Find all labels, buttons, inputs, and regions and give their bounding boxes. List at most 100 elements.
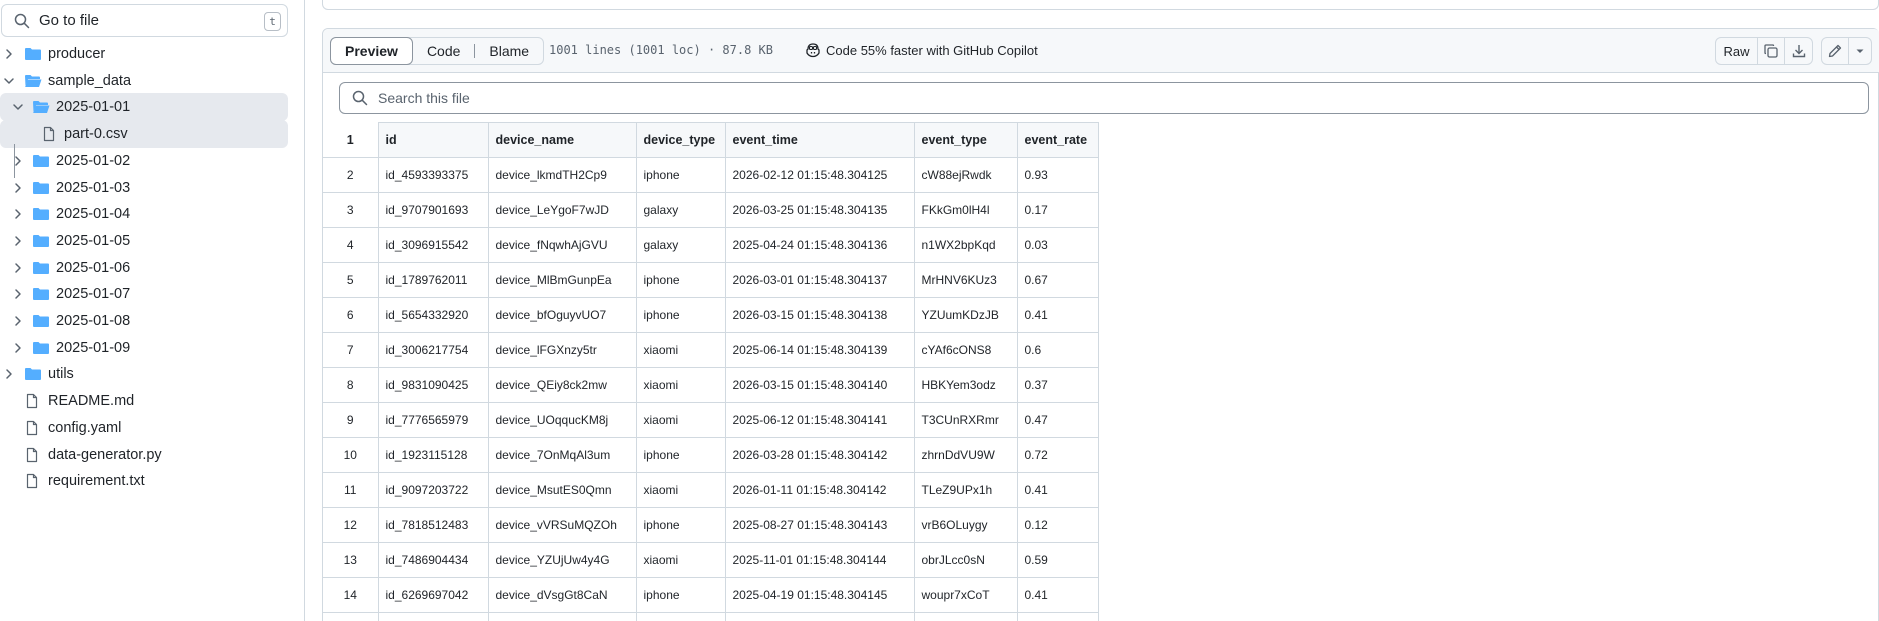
table-cell: id_3096915542 — [377, 227, 489, 263]
table-cell: 0.03 — [1016, 227, 1099, 263]
tree-item-utils[interactable]: utils — [0, 360, 288, 388]
column-header: device_name — [487, 122, 637, 158]
line-number[interactable]: 11 — [323, 472, 379, 508]
tab-preview[interactable]: Preview — [330, 37, 413, 65]
tree-item-2025-01-02[interactable]: 2025-01-02 — [0, 147, 288, 175]
line-number[interactable]: 4 — [323, 227, 379, 263]
sidebar-resize-handle[interactable] — [304, 0, 305, 621]
tree-item-2025-01-09[interactable]: 2025-01-09 — [0, 334, 288, 362]
line-number[interactable]: 14 — [323, 577, 379, 613]
tree-item-readme-md[interactable]: README.md — [0, 387, 288, 415]
raw-button[interactable]: Raw — [1716, 38, 1758, 64]
table-row: 6 id_5654332920 device_bfOguyvUO7 iphone 202… — [323, 297, 1099, 333]
table-cell: woupr7xCoT — [913, 577, 1018, 613]
table-cell: device_YZUjUw4y4G — [487, 542, 637, 578]
table-cell: vrB6OLuygy — [913, 507, 1018, 543]
line-number[interactable]: 7 — [323, 332, 379, 368]
line-number[interactable] — [323, 612, 379, 621]
copilot-promo-link[interactable]: Code 55% faster with GitHub Copilot — [805, 42, 1038, 58]
pencil-icon — [1828, 44, 1842, 58]
line-number[interactable]: 2 — [323, 157, 379, 193]
table-cell: 0.6 — [1016, 332, 1099, 368]
tree-item-part-0-csv[interactable]: part-0.csv — [0, 120, 288, 149]
edit-options-button[interactable] — [1849, 38, 1871, 64]
download-button[interactable] — [1785, 38, 1812, 64]
file-icon — [24, 393, 42, 409]
table-cell — [487, 612, 637, 621]
chevron-right-icon[interactable] — [2, 47, 16, 61]
tree-item-2025-01-07[interactable]: 2025-01-07 — [0, 280, 288, 308]
table-cell: id_1923115128 — [377, 437, 489, 473]
table-row: 7 id_3006217754 device_lFGXnzy5tr xiaomi 202… — [323, 332, 1099, 368]
table-cell: 2025-08-27 01:15:48.304143 — [724, 507, 915, 543]
tree-item-2025-01-05[interactable]: 2025-01-05 — [0, 227, 288, 255]
table-row: 2 id_4593393375 device_lkmdTH2Cp9 iphone 202… — [323, 157, 1099, 193]
table-cell — [1016, 612, 1099, 621]
table-cell: 0.37 — [1016, 367, 1099, 403]
folder-icon — [32, 340, 50, 356]
table-cell: HBKYem3odz — [913, 367, 1018, 403]
chevron-down-icon[interactable] — [11, 100, 25, 114]
line-number[interactable]: 6 — [323, 297, 379, 333]
csv-table: 1 id device_name device_type event_time event… — [323, 122, 1099, 621]
tree-item-2025-01-04[interactable]: 2025-01-04 — [0, 200, 288, 228]
folder-open-icon — [24, 73, 42, 89]
line-number[interactable]: 8 — [323, 367, 379, 403]
chevron-right-icon[interactable] — [11, 207, 25, 221]
search-this-file-placeholder: Search this file — [378, 90, 470, 106]
tree-item-sample-data[interactable]: sample_data — [0, 67, 288, 95]
chevron-down-icon[interactable] — [2, 74, 16, 88]
table-cell: id_1789762011 — [377, 262, 489, 298]
tree-item-label: 2025-01-07 — [56, 286, 131, 303]
chevron-right-icon[interactable] — [2, 367, 16, 381]
chevron-right-icon[interactable] — [11, 181, 25, 195]
edit-file-button[interactable] — [1822, 38, 1849, 64]
line-number[interactable]: 10 — [323, 437, 379, 473]
chevron-right-icon[interactable] — [11, 314, 25, 328]
table-cell: YZUumKDzJB — [913, 297, 1018, 333]
line-number[interactable]: 12 — [323, 507, 379, 543]
tree-item-producer[interactable]: producer — [0, 40, 288, 68]
line-number[interactable]: 9 — [323, 402, 379, 438]
table-cell: id_5654332920 — [377, 297, 489, 333]
table-cell: MrHNV6KUz3 — [913, 262, 1018, 298]
tree-item-2025-01-06[interactable]: 2025-01-06 — [0, 254, 288, 282]
table-cell: id_3006217754 — [377, 332, 489, 368]
go-to-file-input[interactable]: Go to file t — [1, 4, 288, 37]
line-number[interactable]: 5 — [323, 262, 379, 298]
tree-item-data-generator-py[interactable]: data-generator.py — [0, 441, 288, 469]
table-cell: 2026-03-01 01:15:48.304137 — [724, 262, 915, 298]
tab-blame[interactable]: Blame — [475, 38, 543, 64]
folder-icon — [32, 153, 50, 169]
table-cell — [913, 612, 1018, 621]
folder-icon — [32, 233, 50, 249]
tree-item-label: 2025-01-08 — [56, 313, 131, 329]
table-cell: device_fNqwhAjGVU — [487, 227, 637, 263]
folder-icon — [32, 313, 50, 329]
tree-item-2025-01-01[interactable]: 2025-01-01 — [0, 93, 288, 122]
table-row: 14 id_6269697042 device_dVsgGt8CaN iphone 20… — [323, 577, 1099, 613]
table-row: 11 id_9097203722 device_MsutES0Qmn xiaomi 20… — [323, 472, 1099, 508]
table-cell: device_UOqqucKM8j — [487, 402, 637, 438]
tree-item-requirement-txt[interactable]: requirement.txt — [0, 467, 288, 495]
table-cell: 0.47 — [1016, 402, 1099, 438]
copy-raw-button[interactable] — [1758, 38, 1785, 64]
chevron-right-icon[interactable] — [11, 234, 25, 248]
tree-item-2025-01-08[interactable]: 2025-01-08 — [0, 307, 288, 335]
chevron-right-icon[interactable] — [11, 287, 25, 301]
chevron-right-icon[interactable] — [11, 341, 25, 355]
tree-item-config-yaml[interactable]: config.yaml — [0, 414, 288, 442]
table-cell: 0.17 — [1016, 192, 1099, 228]
search-icon — [352, 90, 368, 106]
tree-item-2025-01-03[interactable]: 2025-01-03 — [0, 174, 288, 202]
chevron-right-icon[interactable] — [11, 261, 25, 275]
line-number[interactable]: 3 — [323, 192, 379, 228]
column-header: event_time — [724, 122, 915, 158]
line-number[interactable]: 13 — [323, 542, 379, 578]
line-number[interactable]: 1 — [323, 122, 379, 158]
search-this-file-input[interactable]: Search this file — [339, 82, 1869, 114]
table-cell: id_9831090425 — [377, 367, 489, 403]
table-row: 9 id_7776565979 device_UOqqucKM8j xiaomi 202… — [323, 402, 1099, 438]
tab-code[interactable]: Code — [413, 38, 474, 64]
copilot-icon — [806, 43, 820, 58]
